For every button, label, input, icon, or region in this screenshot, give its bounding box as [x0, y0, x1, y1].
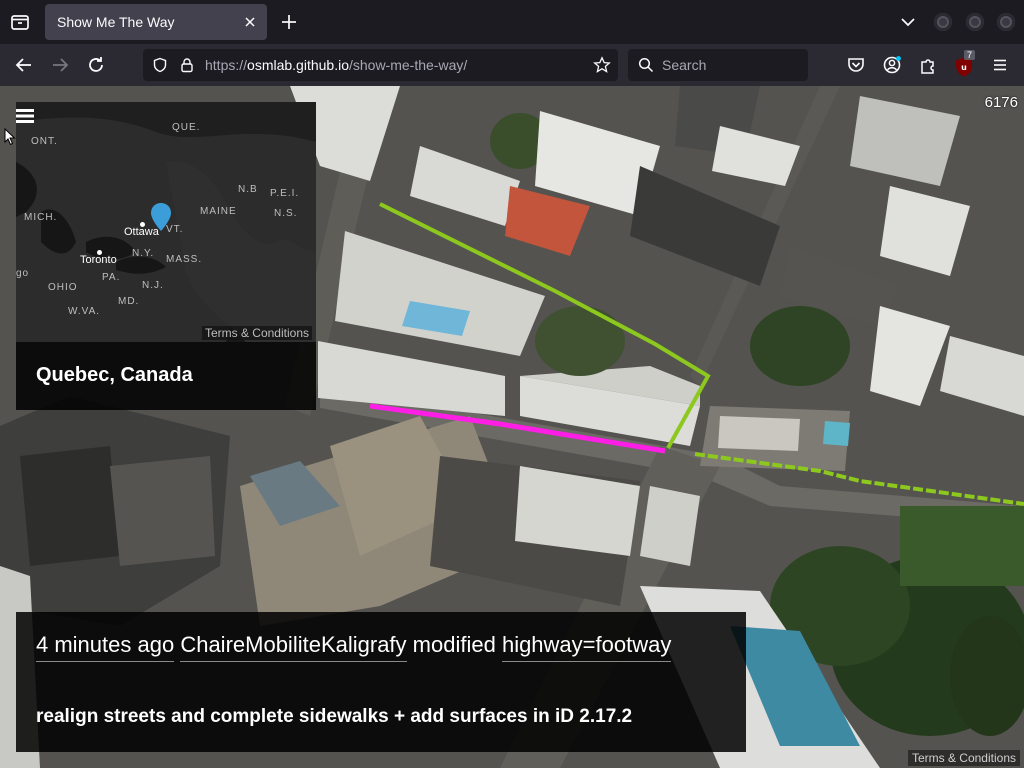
map-label-nb: N.B [238, 184, 258, 195]
chevron-down-icon[interactable] [898, 12, 918, 32]
map-label-pa: PA. [102, 272, 121, 283]
city-label-toronto: Toronto [80, 254, 117, 266]
changeset-summary: 4 minutes ago ChaireMobiliteKaligrafy mo… [36, 632, 672, 662]
overview-minimap[interactable]: ONT. QUE. N.B P.E.I. N.S. MAINE VT. MICH… [16, 102, 316, 342]
map-label-ohio: OHIO [48, 282, 78, 293]
account-icon[interactable] [881, 54, 903, 76]
time-ago-link[interactable]: 4 minutes ago [36, 632, 175, 662]
ublock-origin-extension[interactable]: u 7 [953, 50, 977, 78]
mouse-pointer-icon [4, 128, 16, 146]
tag-link[interactable]: highway=footway [501, 632, 672, 662]
svg-text:u: u [961, 63, 967, 72]
map-label-mich: MICH. [24, 212, 58, 223]
map-label-ny: N.Y. [132, 248, 155, 259]
map-label-ns: N.S. [274, 208, 298, 219]
search-input[interactable] [660, 55, 800, 75]
tab-show-me-the-way[interactable]: Show Me The Way [45, 4, 267, 40]
navigation-toolbar: https://osmlab.github.io/show-me-the-way… [0, 44, 1024, 86]
forward-arrow-icon[interactable] [48, 53, 72, 77]
back-arrow-icon[interactable] [12, 53, 36, 77]
map-viewport[interactable]: 6176 Terms & Conditions ONT. QUE. N.B P.… [0, 86, 1024, 768]
changeset-caption-panel: 4 minutes ago ChaireMobiliteKaligrafy mo… [16, 612, 746, 752]
minimap-terms-link[interactable]: Terms & Conditions [201, 326, 312, 340]
close-window-button[interactable] [997, 13, 1015, 31]
tab-bar: Show Me The Way [0, 0, 1024, 44]
map-label-go: go [16, 268, 30, 279]
bookmark-star-icon[interactable] [593, 56, 611, 74]
url-text: https://osmlab.github.io/show-me-the-way… [205, 57, 467, 73]
action-text: modified [412, 632, 496, 657]
menu-icon[interactable] [16, 107, 34, 125]
map-label-maine: MAINE [200, 206, 237, 217]
search-bar[interactable] [628, 49, 808, 81]
tracking-protection-shield-icon[interactable] [152, 57, 168, 73]
extensions-puzzle-icon[interactable] [917, 54, 939, 76]
tab-title: Show Me The Way [57, 14, 175, 30]
change-counter: 6176 [984, 94, 1018, 111]
map-label-md: MD. [118, 296, 140, 307]
map-label-wva: W.VA. [68, 306, 101, 317]
map-label-que: QUE. [172, 122, 201, 133]
url-domain: osmlab.github.io [247, 57, 349, 73]
list-all-tabs-icon[interactable] [8, 10, 32, 34]
map-label-ont: ONT. [31, 136, 58, 147]
map-label-nj: N.J. [142, 280, 164, 291]
location-marker-icon [151, 203, 171, 231]
terms-link[interactable]: Terms & Conditions [907, 750, 1020, 766]
extension-badge-count: 7 [964, 50, 976, 60]
overview-panel: ONT. QUE. N.B P.E.I. N.S. MAINE VT. MICH… [16, 102, 316, 410]
url-path: /show-me-the-way/ [348, 57, 468, 73]
place-name: Quebec, Canada [36, 364, 193, 386]
map-label-pei: P.E.I. [270, 188, 300, 199]
maximize-window-button[interactable] [966, 13, 984, 31]
new-tab-icon[interactable] [278, 11, 300, 33]
map-label-mass: MASS. [166, 254, 203, 265]
lock-icon[interactable] [179, 57, 195, 73]
menu-hamburger-icon[interactable] [989, 54, 1011, 76]
url-scheme: https:// [205, 57, 248, 73]
minimize-window-button[interactable] [934, 13, 952, 31]
changeset-comment: realign streets and complete sidewalks +… [36, 706, 633, 727]
reload-icon[interactable] [84, 53, 108, 77]
close-tab-icon[interactable] [241, 13, 259, 31]
search-icon [638, 57, 654, 73]
address-bar[interactable]: https://osmlab.github.io/show-me-the-way… [143, 49, 618, 81]
user-link[interactable]: ChaireMobiliteKaligrafy [180, 632, 407, 662]
pocket-icon[interactable] [845, 54, 867, 76]
